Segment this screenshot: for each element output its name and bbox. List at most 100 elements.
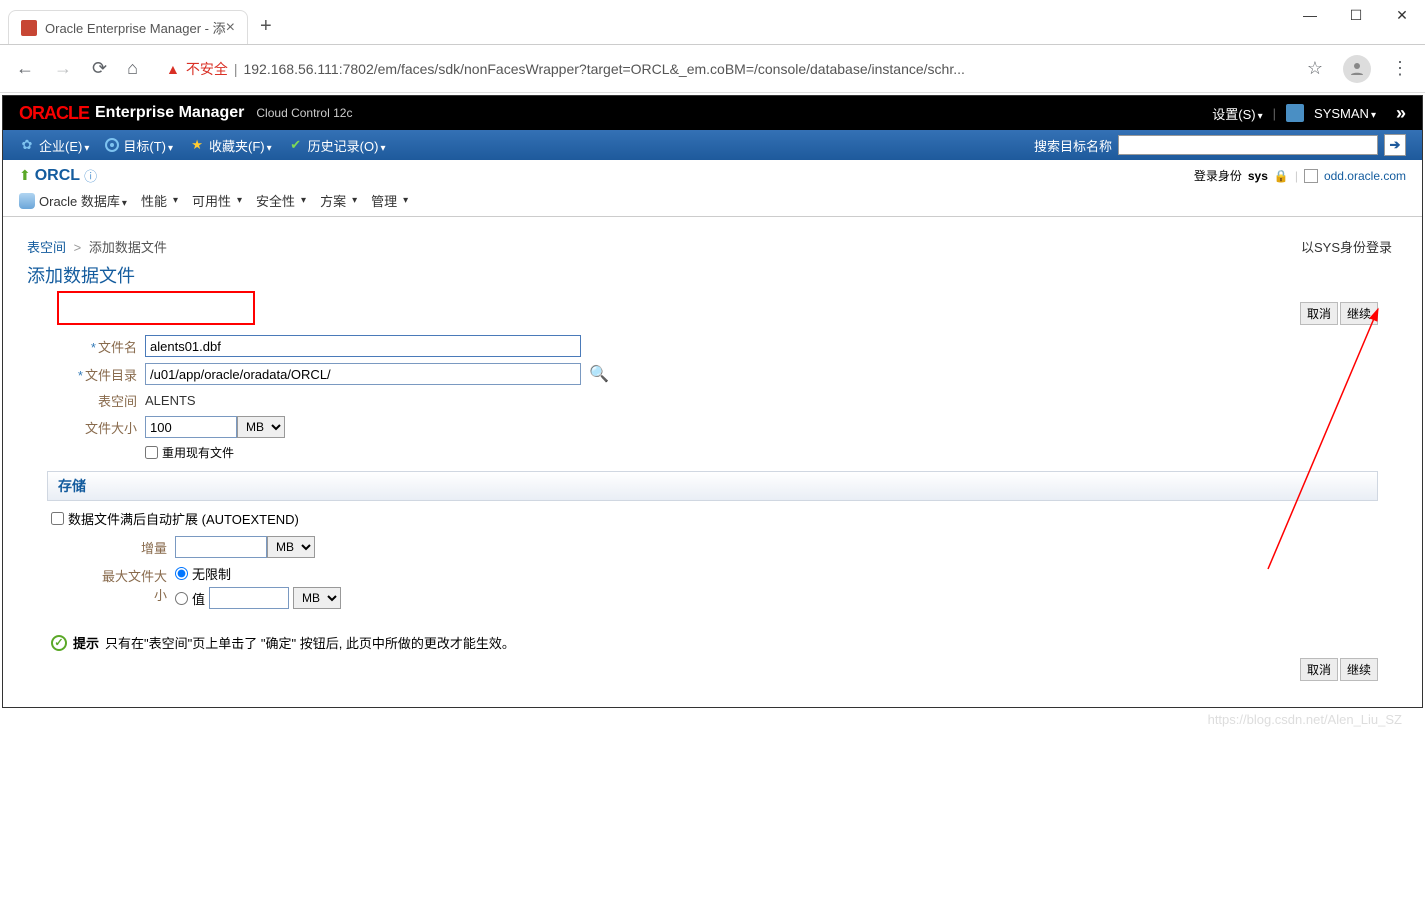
- menu-icon[interactable]: ⋮: [1391, 58, 1409, 79]
- file-size-unit-select[interactable]: MB: [237, 416, 285, 438]
- profile-icon[interactable]: [1343, 55, 1371, 83]
- home-button[interactable]: ⌂: [127, 58, 138, 79]
- label-file-dir: 文件目录: [85, 368, 137, 383]
- info-icon[interactable]: ⓘ: [84, 166, 97, 185]
- label-max-size: 最大文件大小: [102, 569, 167, 603]
- storage-header: 存储: [47, 471, 1378, 501]
- up-arrow-icon[interactable]: ⬆: [19, 167, 31, 184]
- menu-oracle-db[interactable]: Oracle 数据库: [19, 191, 127, 210]
- search-label: 搜索目标名称: [1034, 136, 1112, 155]
- database-icon: [19, 193, 35, 209]
- window-controls: — ☐ ✕: [1287, 0, 1425, 30]
- label-reuse: 重用现有文件: [162, 444, 234, 461]
- continue-button-top[interactable]: 继续: [1340, 302, 1378, 325]
- browser-window: Oracle Enterprise Manager - 添 × + — ☐ ✕ …: [0, 0, 1425, 708]
- label-increment: 增量: [141, 541, 167, 556]
- tab-title: Oracle Enterprise Manager - 添: [45, 18, 226, 37]
- breadcrumb-current: 添加数据文件: [89, 240, 167, 255]
- max-value-input[interactable]: [209, 587, 289, 609]
- browse-icon[interactable]: 🔍: [589, 364, 609, 384]
- breadcrumb: 表空间 > 添加数据文件: [27, 237, 1398, 256]
- menu-admin[interactable]: 管理: [371, 191, 408, 210]
- unlimited-radio[interactable]: [175, 567, 188, 580]
- security-warning: 不安全: [186, 59, 228, 79]
- bookmark-icon[interactable]: ☆: [1307, 58, 1323, 79]
- login-user: sys: [1248, 169, 1268, 183]
- file-size-input[interactable]: [145, 416, 237, 438]
- page-title: 添加数据文件: [27, 262, 1398, 288]
- search-go-button[interactable]: ➔: [1384, 134, 1406, 156]
- expand-icon[interactable]: »: [1396, 103, 1406, 124]
- url-text: 192.168.56.111:7802/em/faces/sdk/nonFace…: [243, 61, 964, 77]
- label-value: 值: [192, 589, 205, 608]
- address-bar: ← → ⟳ ⌂ ▲ 不安全 | 192.168.56.111:7802/em/f…: [0, 45, 1425, 93]
- db-context-bar: ⬆ ORCL ⓘ 登录身份 sys 🔒 | odd.oracle.com Ora…: [3, 160, 1422, 217]
- close-button[interactable]: ✕: [1379, 0, 1425, 30]
- menu-performance[interactable]: 性能: [141, 191, 178, 210]
- menu-availability[interactable]: 可用性: [192, 191, 242, 210]
- menu-history[interactable]: ✔ 历史记录(O): [288, 136, 386, 155]
- label-file-name: 文件名: [98, 340, 137, 355]
- reload-button[interactable]: ⟳: [92, 58, 107, 79]
- cancel-button-bottom[interactable]: 取消: [1300, 658, 1338, 681]
- breadcrumb-sep: >: [74, 240, 82, 255]
- minimize-button[interactable]: —: [1287, 0, 1333, 30]
- browser-titlebar: Oracle Enterprise Manager - 添 × + — ☐ ✕: [0, 0, 1425, 45]
- top-button-row: 取消 继续: [27, 302, 1378, 325]
- oracle-logo: ORACLE: [19, 103, 89, 124]
- browser-tab[interactable]: Oracle Enterprise Manager - 添 ×: [8, 10, 248, 44]
- file-name-input[interactable]: [145, 335, 581, 357]
- label-tablespace: 表空间: [98, 394, 137, 409]
- menu-schema[interactable]: 方案: [320, 191, 357, 210]
- oracle-header: ORACLE Enterprise Manager Cloud Control …: [3, 96, 1422, 130]
- settings-menu[interactable]: 设置(S): [1212, 104, 1262, 123]
- user-menu[interactable]: SYSMAN: [1314, 106, 1376, 121]
- menu-enterprise[interactable]: ✿ 企业(E): [19, 136, 89, 155]
- forward-button[interactable]: →: [54, 58, 72, 79]
- star-icon: ★: [189, 137, 205, 153]
- page-content: 表空间 > 添加数据文件 添加数据文件 以SYS身份登录 取消 继续 *文件名 …: [3, 217, 1422, 707]
- increment-unit-select[interactable]: MB: [267, 536, 315, 558]
- value-radio[interactable]: [175, 592, 188, 605]
- note-text: 只有在"表空间"页上单击了 "确定" 按钮后, 此页中所做的更改才能生效。: [105, 633, 515, 652]
- check-icon: ✔: [288, 137, 304, 153]
- maximize-button[interactable]: ☐: [1333, 0, 1379, 30]
- note-row: ✓ 提示 只有在"表空间"页上单击了 "确定" 按钮后, 此页中所做的更改才能生…: [51, 633, 1398, 652]
- menu-favorites[interactable]: ★ 收藏夹(F): [189, 136, 272, 155]
- server-icon: [1304, 169, 1318, 183]
- label-unlimited: 无限制: [192, 564, 231, 583]
- gear-icon: ✿: [19, 137, 35, 153]
- warning-icon: ▲: [166, 61, 180, 77]
- db-title[interactable]: ORCL: [35, 167, 80, 185]
- user-icon: [1286, 104, 1304, 122]
- login-status: 以SYS身份登录: [1301, 237, 1392, 256]
- new-tab-button[interactable]: +: [248, 15, 284, 38]
- breadcrumb-tablespace[interactable]: 表空间: [27, 240, 66, 255]
- cancel-button-top[interactable]: 取消: [1300, 302, 1338, 325]
- tab-close-icon[interactable]: ×: [226, 19, 235, 37]
- product-name: Enterprise Manager: [95, 104, 244, 122]
- autoextend-checkbox[interactable]: [51, 512, 64, 525]
- main-menubar: ✿ 企业(E) 目标(T) ★ 收藏夹(F) ✔ 历史记录(O) 搜索目标名称 …: [3, 130, 1422, 160]
- product-subtitle: Cloud Control 12c: [256, 106, 352, 120]
- tip-icon: ✓: [51, 635, 67, 651]
- file-dir-input[interactable]: [145, 363, 581, 385]
- back-button[interactable]: ←: [16, 58, 34, 79]
- max-unit-select[interactable]: MB: [293, 587, 341, 609]
- note-label: 提示: [73, 633, 99, 652]
- favicon-icon: [21, 20, 37, 36]
- tablespace-value: ALENTS: [145, 393, 196, 408]
- watermark: https://blog.csdn.net/Alen_Liu_SZ: [1208, 712, 1402, 727]
- increment-input[interactable]: [175, 536, 267, 558]
- server-link[interactable]: odd.oracle.com: [1324, 169, 1406, 183]
- reuse-checkbox[interactable]: [145, 446, 158, 459]
- menu-target[interactable]: 目标(T): [105, 136, 173, 155]
- continue-button-bottom[interactable]: 继续: [1340, 658, 1378, 681]
- label-file-size: 文件大小: [85, 421, 137, 436]
- url-box[interactable]: ▲ 不安全 | 192.168.56.111:7802/em/faces/sdk…: [154, 54, 1291, 84]
- menu-security[interactable]: 安全性: [256, 191, 306, 210]
- login-label: 登录身份: [1194, 167, 1242, 184]
- label-autoextend: 数据文件满后自动扩展 (AUTOEXTEND): [68, 509, 299, 528]
- lock-icon: 🔒: [1274, 169, 1289, 183]
- search-input[interactable]: [1118, 135, 1378, 155]
